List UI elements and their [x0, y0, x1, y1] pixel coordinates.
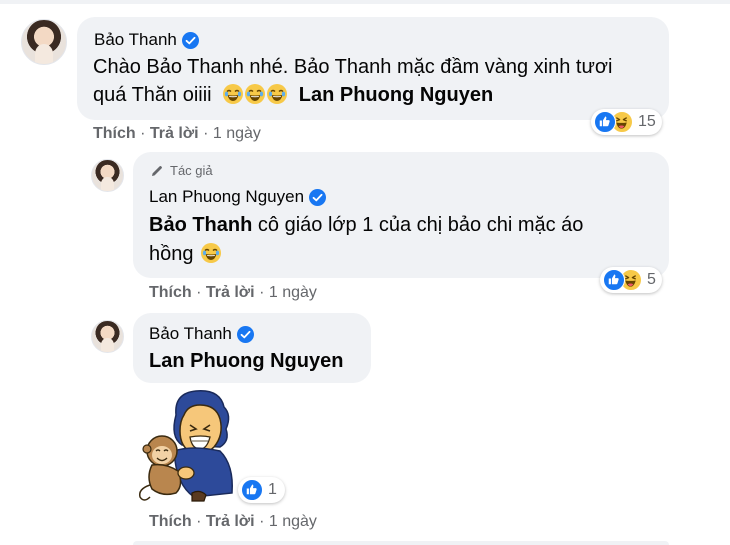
- like-link[interactable]: Thích: [93, 125, 136, 142]
- comment-actions: Thích · Trả lời · 1 ngày: [93, 125, 261, 143]
- comment-text-line: Lan Phuong Nguyen: [149, 347, 343, 375]
- comment-text-part: quá Thăn oiiii: [93, 84, 212, 106]
- reply-link[interactable]: Trả lời: [150, 125, 199, 142]
- author-badge: Tác giả: [150, 163, 213, 178]
- pencil-icon: [150, 164, 164, 178]
- comment-text-line: quá Thăn oiiii Lan Phuong Nguyen: [93, 81, 493, 109]
- author-badge-label: Tác giả: [170, 163, 213, 178]
- comment-actions: Thích · Trả lời · 1 ngày: [149, 284, 317, 302]
- mention-link[interactable]: Bảo Thanh: [149, 214, 252, 236]
- comment-text-line: hồng: [149, 240, 223, 268]
- separator: ·: [198, 125, 213, 142]
- top-divider: [0, 0, 730, 4]
- comment-actions: Thích · Trả lời · 1 ngày: [149, 513, 317, 531]
- reactions-summary[interactable]: 1: [238, 477, 285, 503]
- separator: ·: [254, 284, 269, 301]
- laughing-emoji-icon: [201, 243, 222, 263]
- next-comment-bubble-edge: [133, 541, 669, 545]
- avatar[interactable]: [91, 159, 124, 192]
- avatar[interactable]: [21, 19, 67, 65]
- comment-text-part: cô giáo lớp 1 của chị bảo chi mặc áo: [252, 214, 584, 236]
- like-reaction-icon: [603, 269, 625, 291]
- reactions-summary[interactable]: 5: [600, 267, 662, 293]
- timestamp[interactable]: 1 ngày: [269, 513, 317, 530]
- like-reaction-icon: [594, 111, 616, 133]
- author-name[interactable]: Bảo Thanh: [149, 324, 232, 344]
- comment-text-line: Bảo Thanh cô giáo lớp 1 của chị bảo chi …: [149, 211, 583, 239]
- author-name[interactable]: Bảo Thanh: [94, 30, 177, 50]
- timestamp[interactable]: 1 ngày: [269, 284, 317, 301]
- reaction-count: 1: [268, 481, 277, 498]
- separator: ·: [191, 284, 206, 301]
- reply-link[interactable]: Trả lời: [206, 284, 255, 301]
- comment-author[interactable]: Lan Phuong Nguyen: [149, 187, 327, 207]
- verified-badge-icon: [181, 31, 199, 49]
- author-name[interactable]: Lan Phuong Nguyen: [149, 187, 304, 207]
- like-link[interactable]: Thích: [149, 284, 192, 301]
- reaction-count: 15: [638, 113, 656, 130]
- like-link[interactable]: Thích: [149, 513, 192, 530]
- reaction-count: 5: [647, 271, 656, 288]
- comment-author[interactable]: Bảo Thanh: [149, 324, 254, 344]
- comment-author[interactable]: Bảo Thanh: [94, 30, 199, 50]
- laughing-emoji-icon: [245, 84, 266, 104]
- mention-link[interactable]: Lan Phuong Nguyen: [149, 350, 343, 372]
- laughing-emoji-icon: [223, 84, 244, 104]
- verified-badge-icon: [309, 188, 327, 206]
- comment-text-part: hồng: [149, 243, 194, 265]
- laughing-emoji-icon: [267, 84, 288, 104]
- mention-link[interactable]: Lan Phuong Nguyen: [299, 84, 493, 106]
- avatar[interactable]: [91, 320, 124, 353]
- reactions-summary[interactable]: 15: [591, 109, 662, 135]
- comment-text-line: Chào Bảo Thanh nhé. Bảo Thanh mặc đầm và…: [93, 56, 613, 78]
- reply-link[interactable]: Trả lời: [206, 513, 255, 530]
- like-reaction-icon: [241, 479, 263, 501]
- separator: ·: [254, 513, 269, 530]
- hugging-man-and-monkey-sticker[interactable]: [134, 385, 249, 505]
- separator: ·: [191, 513, 206, 530]
- timestamp[interactable]: 1 ngày: [213, 125, 261, 142]
- verified-badge-icon: [236, 325, 254, 343]
- separator: ·: [135, 125, 150, 142]
